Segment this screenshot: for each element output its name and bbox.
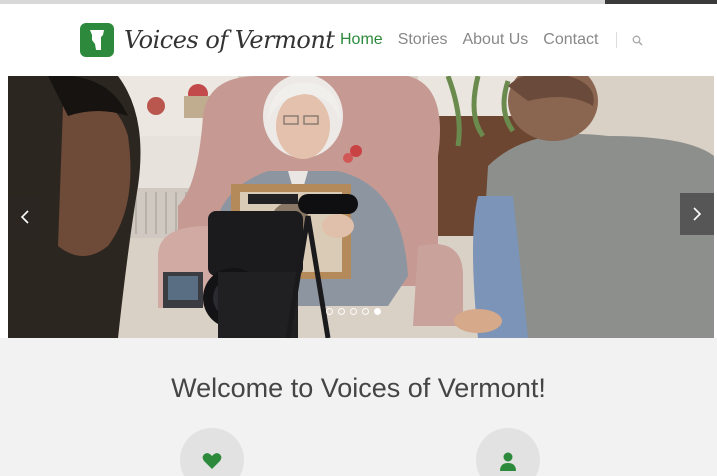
nav-item-home[interactable]: Home [340,31,383,49]
nav-divider [616,32,618,48]
search-icon[interactable] [629,32,645,48]
vermont-state-icon [80,23,114,57]
hero-slider [8,76,714,338]
site-logo[interactable]: Voices of Vermont [80,23,335,57]
slider-prev-button[interactable] [8,196,42,238]
heart-icon [202,453,222,469]
site-name: Voices of Vermont [124,26,335,54]
slider-dot[interactable] [338,308,345,315]
site-header: Voices of Vermont Home Stories About Us … [0,4,717,76]
nav-item-stories[interactable]: Stories [398,31,448,49]
page: Voices of Vermont Home Stories About Us … [0,0,717,476]
slider-next-button[interactable] [680,193,714,235]
slider-dot-active[interactable] [374,308,381,315]
welcome-title: Welcome to Voices of Vermont! [171,373,546,403]
slider-dot[interactable] [350,308,357,315]
chevron-right-icon [693,207,702,221]
slider-dot[interactable] [362,308,369,315]
nav-item-about-us[interactable]: About Us [462,31,528,49]
nav-item-contact[interactable]: Contact [543,31,598,49]
feature-user [476,428,540,476]
hero-photo [8,76,714,338]
slider-dot[interactable] [326,308,333,315]
main-nav: Home Stories About Us Contact [340,31,645,49]
user-icon [500,452,516,471]
chevron-left-icon [20,210,29,224]
welcome-section: Welcome to Voices of Vermont! [0,338,717,476]
slider-pagination [326,308,386,315]
feature-heart [180,428,244,476]
